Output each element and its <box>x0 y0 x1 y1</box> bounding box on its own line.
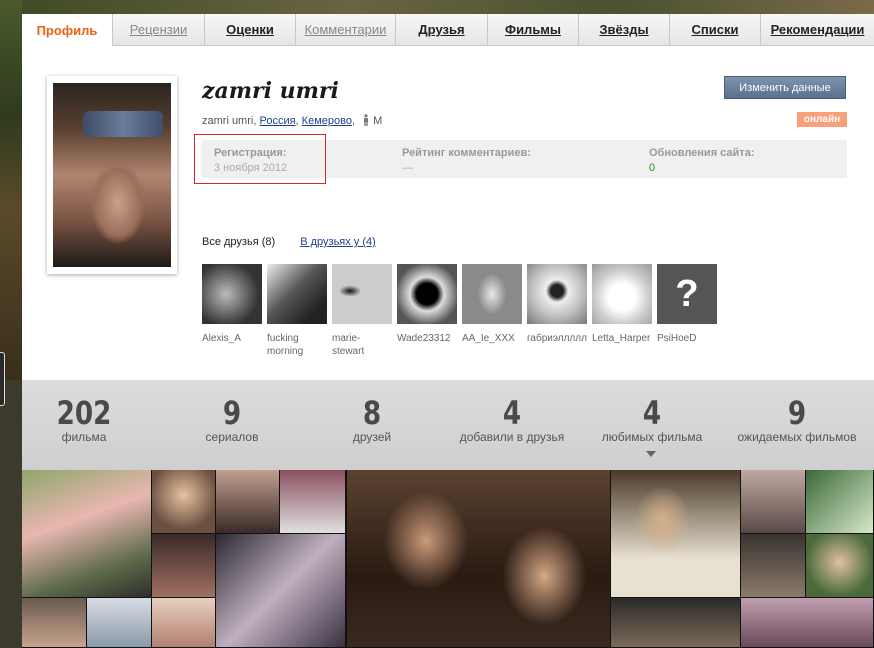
friend-card[interactable]: Letta_Harper <box>592 264 652 345</box>
all-friends-tab[interactable]: Все друзья (8) <box>202 236 275 248</box>
friend-card[interactable]: ? PsiHoeD <box>657 264 717 345</box>
tab-2[interactable]: Оценки <box>204 14 295 46</box>
in-friends-tab[interactable]: В друзьях у (4) <box>300 236 376 248</box>
friend-card[interactable]: marie-stewart <box>332 264 392 358</box>
counter-item[interactable]: 4 любимых фильма <box>582 396 722 444</box>
movie-mosaic <box>22 470 874 648</box>
movie-still[interactable] <box>741 598 873 647</box>
movie-still[interactable] <box>611 470 740 597</box>
profile-subline: zamri umri, Россия, Кемерово, М <box>202 114 383 127</box>
movie-still[interactable] <box>611 598 740 647</box>
friend-card[interactable]: Wade23312 <box>397 264 457 345</box>
friend-avatar[interactable] <box>592 264 652 324</box>
background-top <box>0 0 874 14</box>
friend-avatar[interactable] <box>267 264 327 324</box>
friend-avatar[interactable] <box>462 264 522 324</box>
friend-avatar[interactable] <box>202 264 262 324</box>
updates-stat: Обновления сайта: 0 <box>649 147 754 174</box>
profile-panel: zamri umri zamri umri, Россия, Кемерово,… <box>22 46 874 380</box>
friend-name[interactable]: габриэлллллл <box>527 332 587 345</box>
counter-label: фильма <box>61 430 107 444</box>
movie-still[interactable] <box>152 598 215 647</box>
counter-item[interactable]: 4 добавили в друзья <box>442 396 582 444</box>
tab-6[interactable]: Звёзды <box>578 14 669 46</box>
movie-still[interactable] <box>22 470 151 597</box>
avatar-frame <box>47 76 177 274</box>
counter-number: 4 <box>502 394 522 432</box>
tab-0[interactable]: Профиль <box>22 14 112 46</box>
gender-text: М <box>373 115 383 127</box>
friend-card[interactable]: Alexis_A <box>202 264 262 345</box>
friend-name[interactable]: PsiHoeD <box>657 332 717 345</box>
friend-card[interactable]: fucking morning <box>267 264 327 358</box>
profile-tabs: Профиль Рецензии Оценки Комментарии Друзья Фи… <box>22 14 874 46</box>
friend-name[interactable]: Letta_Harper <box>592 332 652 345</box>
edit-profile-button[interactable]: Изменить данные <box>724 76 846 99</box>
rating-stat: Рейтинг комментариев: — <box>402 147 531 174</box>
country-link[interactable]: Россия <box>259 115 295 127</box>
counter-label: сериалов <box>205 430 259 444</box>
rating-value: — <box>402 162 413 174</box>
friend-name[interactable]: AA_Ie_XXX <box>462 332 522 345</box>
tab-3[interactable]: Комментарии <box>295 14 395 46</box>
friend-avatar[interactable] <box>332 264 392 324</box>
friend-card[interactable]: габриэлллллл <box>527 264 587 345</box>
movie-still[interactable] <box>22 598 86 647</box>
movie-still[interactable] <box>152 534 215 597</box>
tab-7[interactable]: Списки <box>669 14 760 46</box>
friends-tabs: Все друзья (8) В друзьях у (4) <box>202 236 376 248</box>
side-scroll-handle[interactable] <box>0 352 5 406</box>
movie-still[interactable] <box>806 470 873 533</box>
counter-label: друзей <box>352 430 392 444</box>
tab-1[interactable]: Рецензии <box>112 14 204 46</box>
counter-number: 4 <box>642 394 662 432</box>
friend-name[interactable]: Wade23312 <box>397 332 457 345</box>
movie-still[interactable] <box>280 470 345 533</box>
counter-label: ожидаемых фильмов <box>737 430 857 444</box>
counter-number: 9 <box>787 394 807 432</box>
city-link[interactable]: Кемерово <box>302 115 352 127</box>
highlight-box <box>194 134 326 184</box>
counter-item[interactable]: 202 фильма <box>14 396 154 444</box>
movie-still[interactable] <box>741 470 805 533</box>
movie-still[interactable] <box>152 470 215 533</box>
tab-8[interactable]: Рекомендации <box>760 14 874 46</box>
counters-bar: 202 фильма 9 сериалов 8 друзей 4 добавили в дру… <box>22 380 874 470</box>
friend-card[interactable]: AA_Ie_XXX <box>462 264 522 345</box>
tab-5[interactable]: Фильмы <box>487 14 578 46</box>
movie-still[interactable] <box>87 598 151 647</box>
friend-name[interactable]: fucking morning <box>267 332 327 358</box>
login-text: zamri umri <box>202 115 254 127</box>
counter-number: 8 <box>362 394 382 432</box>
updates-label: Обновления сайта: <box>649 147 755 159</box>
counter-label: любимых фильма <box>601 430 703 444</box>
movie-still[interactable] <box>216 534 345 647</box>
counter-item[interactable]: 9 ожидаемых фильмов <box>727 396 867 444</box>
friend-avatar[interactable] <box>527 264 587 324</box>
movie-still[interactable] <box>806 534 873 597</box>
movie-still[interactable] <box>741 534 805 597</box>
friend-name[interactable]: marie-stewart <box>332 332 392 358</box>
online-badge: онлайн <box>797 112 847 127</box>
username-title: zamri umri <box>202 78 339 104</box>
movie-still[interactable] <box>216 470 279 533</box>
counter-item[interactable]: 8 друзей <box>302 396 442 444</box>
counter-number: 202 <box>56 394 112 432</box>
male-icon <box>364 114 369 126</box>
friend-avatar[interactable] <box>397 264 457 324</box>
placeholder-avatar-icon[interactable]: ? <box>657 264 717 324</box>
background-left <box>0 0 22 380</box>
counter-item[interactable]: 9 сериалов <box>162 396 302 444</box>
dropdown-arrow-icon[interactable] <box>646 451 656 457</box>
avatar[interactable] <box>53 83 171 267</box>
updates-value: 0 <box>649 162 656 174</box>
friend-name[interactable]: Alexis_A <box>202 332 262 345</box>
counter-number: 9 <box>222 394 242 432</box>
movie-still[interactable] <box>347 470 610 647</box>
counter-label: добавили в друзья <box>459 430 565 444</box>
rating-label: Рейтинг комментариев: <box>402 147 531 159</box>
tab-4[interactable]: Друзья <box>395 14 487 46</box>
